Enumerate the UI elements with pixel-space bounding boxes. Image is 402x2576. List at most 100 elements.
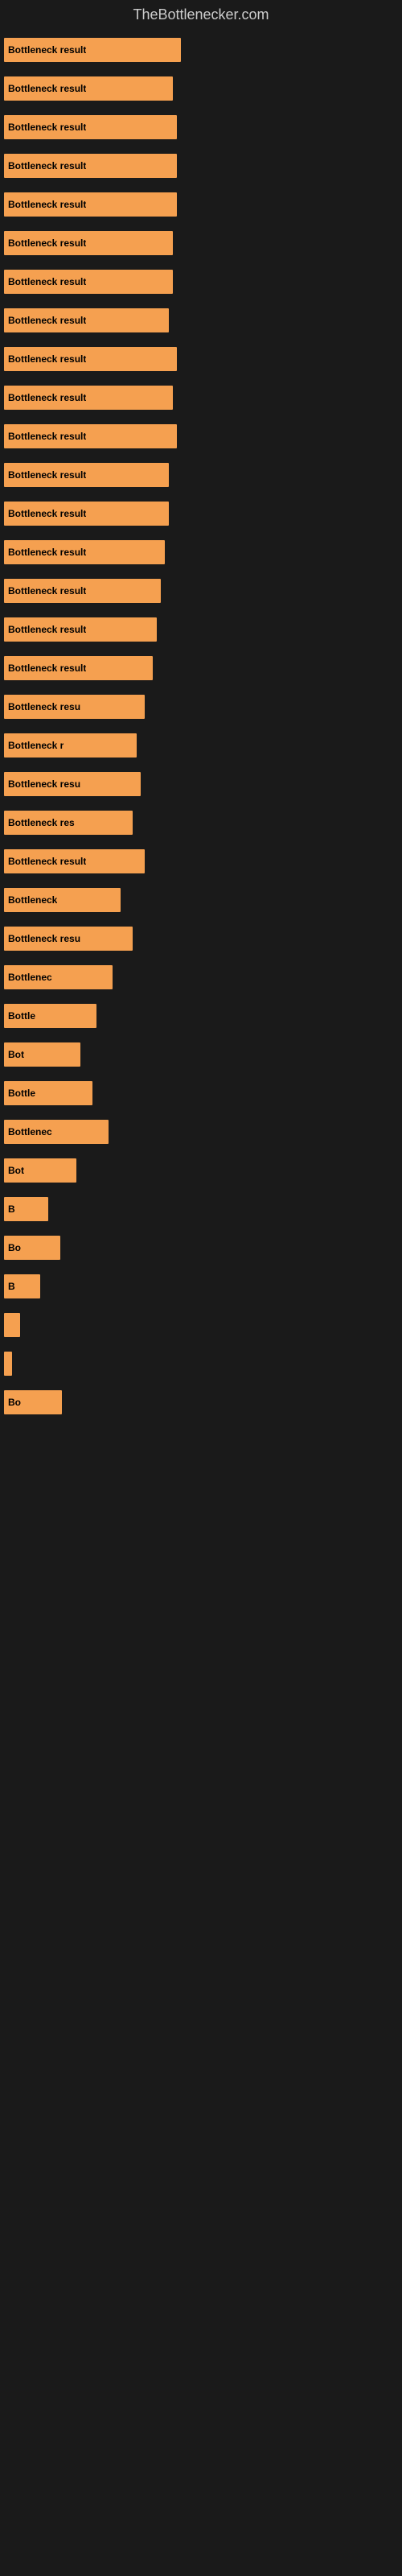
bar-label-18: Bottleneck r <box>8 740 64 751</box>
bar-row: Bottleneck resu <box>4 695 398 719</box>
bar-17: Bottleneck resu <box>4 695 145 719</box>
bar-row <box>4 1352 398 1376</box>
bar-row: B <box>4 1274 398 1298</box>
bar-row: Bottleneck resu <box>4 772 398 796</box>
bar-row <box>4 1313 398 1337</box>
bar-3: Bottleneck result <box>4 154 177 178</box>
bar-label-25: Bottle <box>8 1010 35 1022</box>
bar-19: Bottleneck resu <box>4 772 141 796</box>
bar-row: Bo <box>4 1390 398 1414</box>
bar-24: Bottlenec <box>4 965 113 989</box>
bar-35: Bo <box>4 1390 62 1414</box>
bar-4: Bottleneck result <box>4 192 177 217</box>
bar-label-1: Bottleneck result <box>8 83 86 94</box>
bar-label-6: Bottleneck result <box>8 276 86 287</box>
bar-row: Bottleneck resu <box>4 927 398 951</box>
bar-26: Bot <box>4 1042 80 1067</box>
bar-label-3: Bottleneck result <box>8 160 86 171</box>
bar-row: Bottleneck result <box>4 849 398 873</box>
bar-row: Bottleneck result <box>4 540 398 564</box>
bar-label-29: Bot <box>8 1165 24 1176</box>
bar-label-31: Bo <box>8 1242 21 1253</box>
bar-row: Bottlenec <box>4 965 398 989</box>
bar-23: Bottleneck resu <box>4 927 133 951</box>
bar-label-4: Bottleneck result <box>8 199 86 210</box>
bar-label-22: Bottleneck <box>8 894 57 906</box>
bar-label-11: Bottleneck result <box>8 469 86 481</box>
bar-label-7: Bottleneck result <box>8 315 86 326</box>
bar-label-13: Bottleneck result <box>8 547 86 558</box>
bar-12: Bottleneck result <box>4 502 169 526</box>
bar-row: Bottleneck res <box>4 811 398 835</box>
bar-label-5: Bottleneck result <box>8 237 86 249</box>
bar-row: Bottleneck result <box>4 502 398 526</box>
bar-6: Bottleneck result <box>4 270 173 294</box>
bar-18: Bottleneck r <box>4 733 137 758</box>
bar-11: Bottleneck result <box>4 463 169 487</box>
bar-25: Bottle <box>4 1004 96 1028</box>
bar-label-20: Bottleneck res <box>8 817 75 828</box>
bar-row: Bottleneck result <box>4 463 398 487</box>
bar-row: Bottleneck result <box>4 656 398 680</box>
bar-28: Bottlenec <box>4 1120 109 1144</box>
bar-label-30: B <box>8 1203 15 1215</box>
bar-label-14: Bottleneck result <box>8 585 86 597</box>
bar-row: Bottle <box>4 1081 398 1105</box>
bar-label-19: Bottleneck resu <box>8 778 80 790</box>
bar-label-27: Bottle <box>8 1088 35 1099</box>
bar-13: Bottleneck result <box>4 540 165 564</box>
bar-row: B <box>4 1197 398 1221</box>
bar-22: Bottleneck <box>4 888 121 912</box>
bar-label-10: Bottleneck result <box>8 431 86 442</box>
bar-8: Bottleneck result <box>4 347 177 371</box>
bar-row: Bottleneck result <box>4 424 398 448</box>
bar-14: Bottleneck result <box>4 579 161 603</box>
bar-7: Bottleneck result <box>4 308 169 332</box>
bar-32: B <box>4 1274 40 1298</box>
bar-1: Bottleneck result <box>4 76 173 101</box>
bar-row: Bottleneck <box>4 888 398 912</box>
bar-0: Bottleneck result <box>4 38 181 62</box>
bar-21: Bottleneck result <box>4 849 145 873</box>
bar-30: B <box>4 1197 48 1221</box>
bar-31: Bo <box>4 1236 60 1260</box>
bar-label-21: Bottleneck result <box>8 856 86 867</box>
bar-10: Bottleneck result <box>4 424 177 448</box>
bar-row: Bottleneck result <box>4 115 398 139</box>
bar-row: Bo <box>4 1236 398 1260</box>
bar-9: Bottleneck result <box>4 386 173 410</box>
bar-5: Bottleneck result <box>4 231 173 255</box>
bar-16: Bottleneck result <box>4 656 153 680</box>
bar-row: Bottleneck result <box>4 270 398 294</box>
bar-row: Bottleneck result <box>4 617 398 642</box>
bar-label-0: Bottleneck result <box>8 44 86 56</box>
bar-row: Bottleneck result <box>4 347 398 371</box>
bar-label-9: Bottleneck result <box>8 392 86 403</box>
bar-29: Bot <box>4 1158 76 1183</box>
bar-label-17: Bottleneck resu <box>8 701 80 712</box>
bar-label-8: Bottleneck result <box>8 353 86 365</box>
bar-label-2: Bottleneck result <box>8 122 86 133</box>
bar-row: Bottlenec <box>4 1120 398 1144</box>
bar-label-12: Bottleneck result <box>8 508 86 519</box>
bar-row: Bottleneck result <box>4 38 398 62</box>
bar-row: Bottleneck result <box>4 192 398 217</box>
bar-label-32: B <box>8 1281 15 1292</box>
bar-row: Bottleneck result <box>4 154 398 178</box>
bar-label-35: Bo <box>8 1397 21 1408</box>
bar-row: Bottleneck r <box>4 733 398 758</box>
bar-27: Bottle <box>4 1081 92 1105</box>
bar-label-24: Bottlenec <box>8 972 52 983</box>
bar-row: Bottleneck result <box>4 579 398 603</box>
bar-row: Bottle <box>4 1004 398 1028</box>
bar-row: Bottleneck result <box>4 308 398 332</box>
bar-33 <box>4 1313 20 1337</box>
bar-label-15: Bottleneck result <box>8 624 86 635</box>
bar-row: Bottleneck result <box>4 386 398 410</box>
bar-row: Bottleneck result <box>4 231 398 255</box>
bar-row: Bot <box>4 1042 398 1067</box>
bar-row: Bot <box>4 1158 398 1183</box>
bar-20: Bottleneck res <box>4 811 133 835</box>
bar-15: Bottleneck result <box>4 617 157 642</box>
bar-34 <box>4 1352 12 1376</box>
